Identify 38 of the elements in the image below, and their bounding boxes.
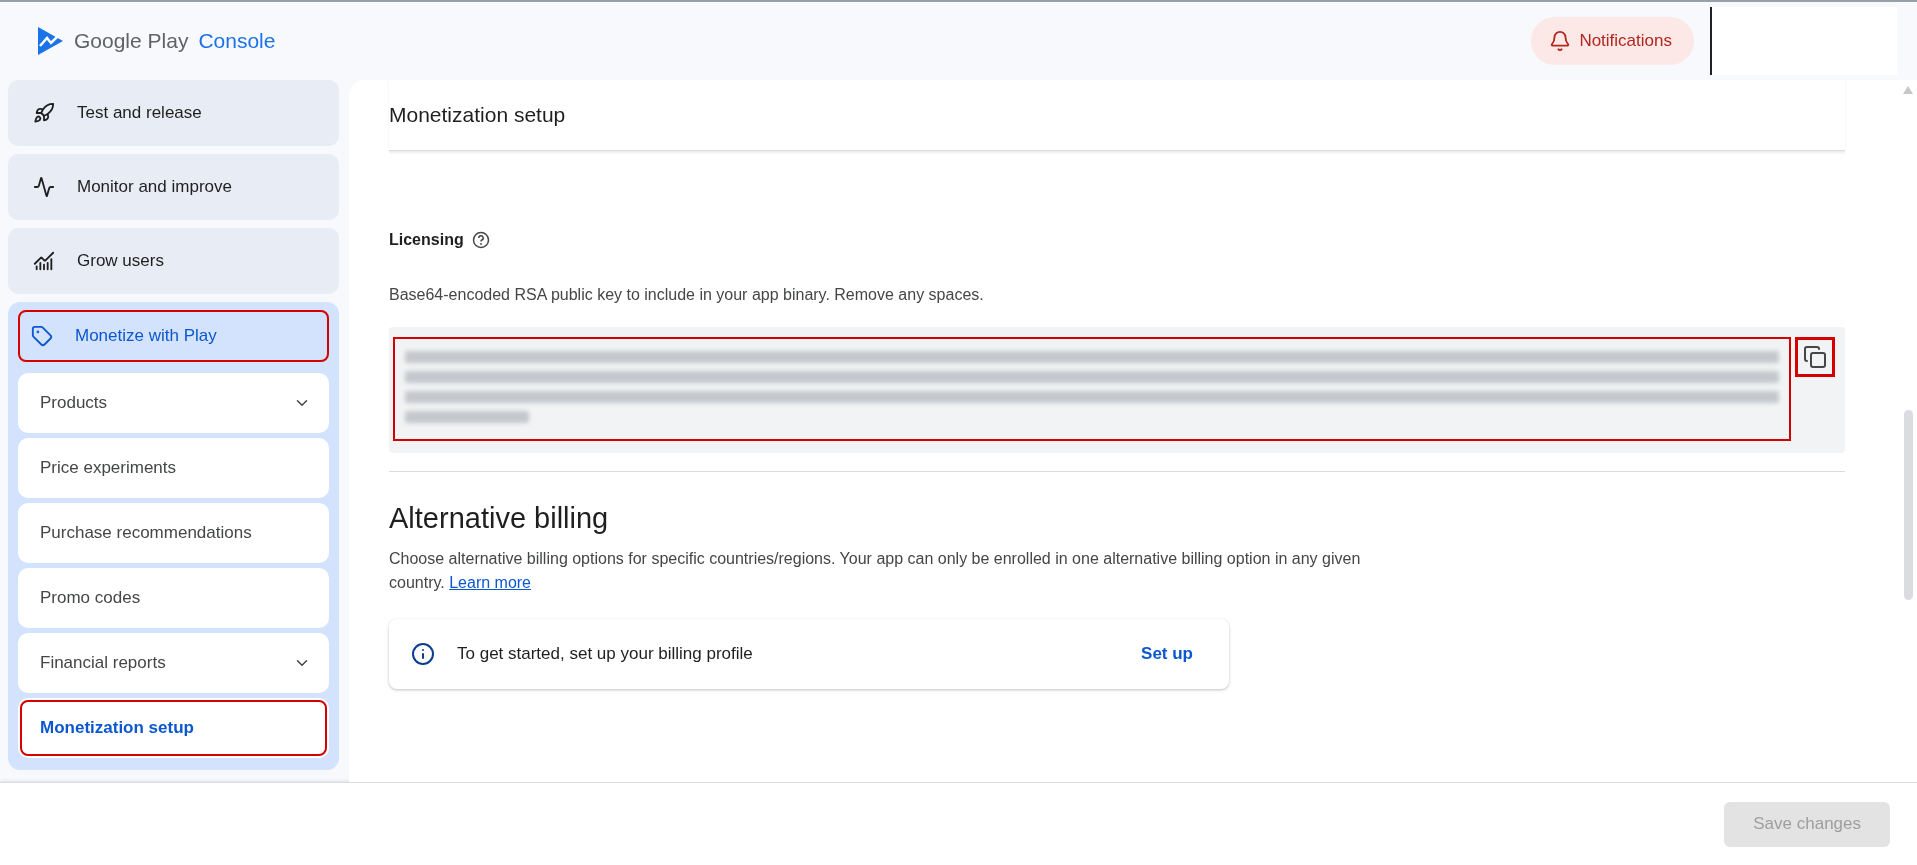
chart-icon xyxy=(33,250,55,272)
page-title: Monetization setup xyxy=(389,103,566,127)
nav-subitem[interactable]: Purchase recommendations xyxy=(18,503,329,563)
pulse-icon xyxy=(33,176,55,198)
scrollbar-thumb[interactable] xyxy=(1903,410,1913,600)
copy-button[interactable] xyxy=(1795,337,1835,377)
rocket-icon xyxy=(33,102,55,124)
logo-brand-text: Google Play xyxy=(74,29,189,53)
copy-icon xyxy=(1803,345,1827,369)
nav-subitem[interactable]: Promo codes xyxy=(18,568,329,628)
nav-subitem-label: Price experiments xyxy=(40,458,177,478)
info-icon xyxy=(411,642,435,666)
notifications-button[interactable]: Notifications xyxy=(1531,17,1694,65)
section-heading: Licensing xyxy=(389,231,464,249)
nav-subitem-label: Monetization setup xyxy=(40,718,194,738)
notice-text: To get started, set up your billing profile xyxy=(457,644,754,664)
section-heading: Alternative billing xyxy=(389,502,610,535)
nav-subitem-label: Financial reports xyxy=(40,653,166,673)
nav-subitem[interactable]: Products xyxy=(18,373,329,433)
bell-icon xyxy=(1549,30,1572,52)
nav-subitem-label: Promo codes xyxy=(40,588,141,608)
nav-item[interactable]: Monetize with Play xyxy=(16,308,331,364)
learn-more-link[interactable]: Learn more xyxy=(449,574,531,591)
help-icon[interactable] xyxy=(471,231,490,249)
nav-subitem[interactable]: Price experiments xyxy=(18,438,329,498)
section-description: Base64-encoded RSA public key to include in your app binary. Remove any spaces. xyxy=(389,285,985,305)
logo-icon xyxy=(36,26,64,56)
nav-item[interactable]: Test and release xyxy=(8,80,339,146)
set-up-button[interactable]: Set up xyxy=(1135,643,1199,665)
nav-subitem[interactable]: Financial reports xyxy=(18,633,329,693)
nav-subitem-label: Purchase recommendations xyxy=(40,523,252,543)
nav-subitem-label: Products xyxy=(40,393,108,413)
nav-item[interactable]: Grow users xyxy=(8,228,339,294)
logo-product-text: Console xyxy=(198,29,276,53)
tag-icon xyxy=(31,325,53,347)
nav-item[interactable]: Monitor and improve xyxy=(8,154,339,220)
nav-subitem[interactable]: Monetization setup xyxy=(18,698,329,758)
section-description: Choose alternative billing options for specific countries/regions. Your app can only be enrolled in one alternative billing option in any given country. Learn more xyxy=(389,549,1362,593)
